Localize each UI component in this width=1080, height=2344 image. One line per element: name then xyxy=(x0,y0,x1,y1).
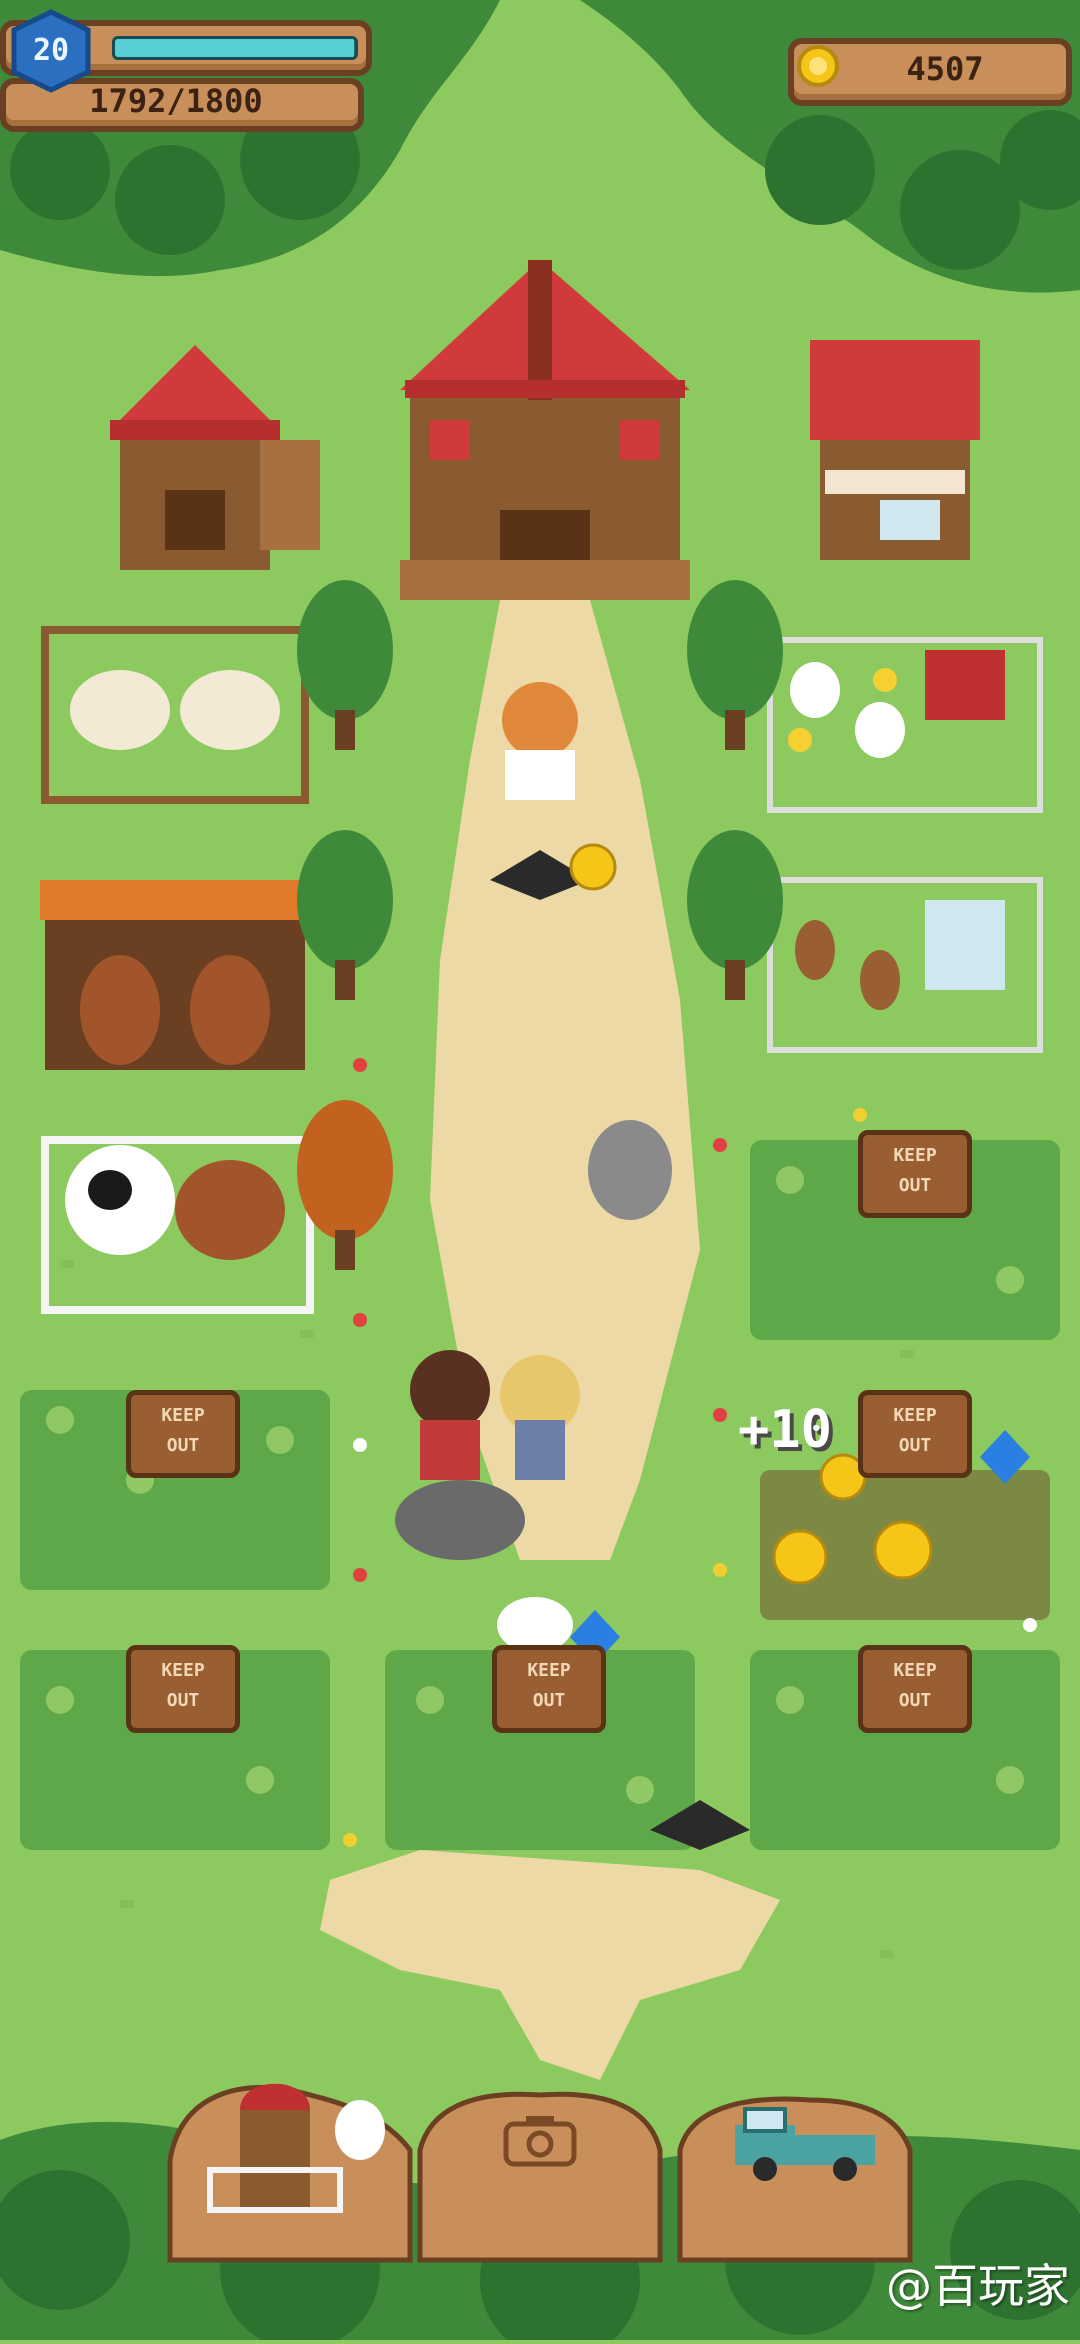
xp-progress-fill xyxy=(115,39,355,57)
reward-popup: +10 xyxy=(738,1400,832,1460)
keep-out-sign-text: KEEP OUT xyxy=(893,1405,937,1456)
horse-stable xyxy=(40,880,310,1070)
xp-counter: 1792/1800 xyxy=(89,82,263,120)
keep-out-sign[interactable]: KEEP OUT xyxy=(126,1645,240,1733)
coin-icon xyxy=(797,45,839,87)
barn-button[interactable] xyxy=(200,2050,400,2230)
keep-out-sign[interactable]: KEEP OUT xyxy=(492,1645,606,1733)
keep-out-sign-text: KEEP OUT xyxy=(161,1405,205,1456)
keep-out-sign[interactable]: KEEP OUT xyxy=(858,1130,972,1218)
keep-out-sign-text: KEEP OUT xyxy=(161,1660,205,1711)
coin-count: 4507 xyxy=(906,50,984,88)
watermark: @百玩家 xyxy=(886,2259,1070,2313)
pig xyxy=(588,1120,672,1220)
camera-icon xyxy=(503,2116,577,2167)
keep-out-sign[interactable]: KEEP OUT xyxy=(858,1645,972,1733)
keep-out-sign[interactable]: KEEP OUT xyxy=(126,1390,240,1478)
market-shop xyxy=(810,340,980,560)
keep-out-sign[interactable]: KEEP OUT xyxy=(858,1390,972,1478)
truck-button[interactable] xyxy=(725,2095,885,2185)
camera-button[interactable] xyxy=(500,2110,580,2170)
keep-out-sign-text: KEEP OUT xyxy=(893,1660,937,1711)
keep-out-sign-text: KEEP OUT xyxy=(527,1660,571,1711)
farmer-walking xyxy=(502,682,578,800)
keep-out-sign-text: KEEP OUT xyxy=(893,1145,937,1196)
barn-silo-icon xyxy=(207,2083,385,2213)
xp-progress-bar xyxy=(112,36,358,60)
pickup-truck-icon xyxy=(735,2107,875,2181)
